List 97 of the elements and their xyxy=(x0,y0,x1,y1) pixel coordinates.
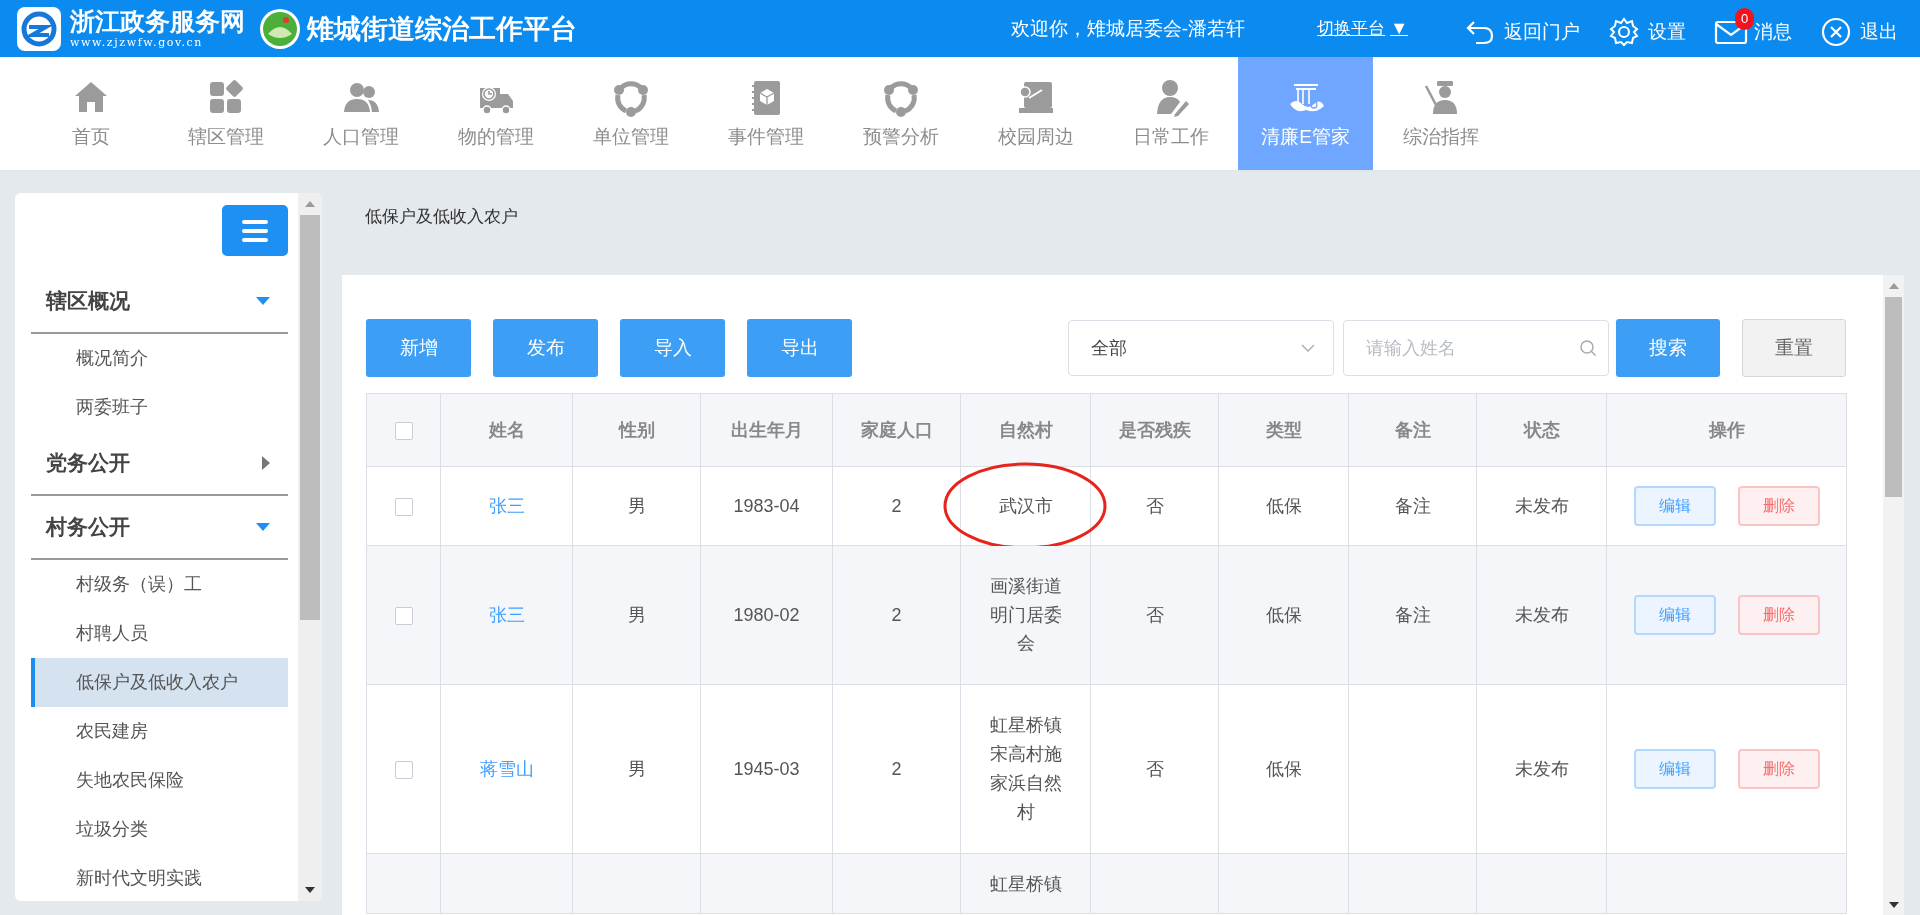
menu-icon xyxy=(240,218,270,243)
action-button[interactable]: 导出 xyxy=(747,319,852,377)
column-header: 是否残疾 xyxy=(1090,393,1219,467)
column-header: 自然村 xyxy=(960,393,1091,467)
search-field[interactable]: 请输入姓名 xyxy=(1343,320,1609,376)
nav-tab[interactable]: 预警分析 xyxy=(833,57,968,170)
sidebar-item[interactable]: 新时代文明实践 xyxy=(31,854,288,901)
action-button[interactable]: 新增 xyxy=(366,319,471,377)
nav-tab[interactable]: 首页 xyxy=(23,57,158,170)
nav-tab[interactable]: 综治指挥 xyxy=(1373,57,1508,170)
menu-button[interactable] xyxy=(222,205,288,256)
edit-button[interactable]: 编辑 xyxy=(1633,749,1716,789)
row-checkbox[interactable] xyxy=(394,606,413,625)
sidebar-item[interactable]: 垃圾分类 xyxy=(31,805,288,854)
row-checkbox[interactable] xyxy=(394,497,413,516)
nav-tab[interactable]: 事件管理 xyxy=(698,57,833,170)
header-mail-link[interactable]: 0 消息 xyxy=(1714,5,1792,52)
table-cell: 否 xyxy=(1145,759,1164,779)
sidebar-item[interactable]: 村级务（误）工 xyxy=(31,560,288,609)
edit-button[interactable]: 编辑 xyxy=(1633,486,1716,526)
table-cell: 1983-04 xyxy=(733,495,800,516)
reset-button[interactable]: 重置 xyxy=(1742,319,1846,377)
edit-button[interactable]: 编辑 xyxy=(1633,595,1716,635)
delete-button[interactable]: 删除 xyxy=(1737,749,1820,789)
caret-icon: ▼ xyxy=(1390,18,1408,39)
filter-dropdown[interactable]: 全部 xyxy=(1068,320,1334,376)
table-cell: 低保 xyxy=(1265,605,1302,625)
header-settings-link[interactable]: 设置 xyxy=(1608,5,1686,52)
table-cell: 否 xyxy=(1145,496,1164,516)
column-header: 家庭人口 xyxy=(832,393,961,467)
sidebar-group-header[interactable]: 党务公开 xyxy=(31,432,288,496)
table-cell-text: 虹星桥镇 xyxy=(988,873,1063,896)
emblem-icon xyxy=(259,7,301,50)
table-cell: 备注 xyxy=(1394,605,1431,625)
table-cell: 2 xyxy=(891,604,902,625)
nav-tab[interactable]: 日常工作 xyxy=(1103,57,1238,170)
nav-tab[interactable]: 辖区管理 xyxy=(158,57,293,170)
row-checkbox[interactable] xyxy=(394,760,413,779)
delete-button[interactable]: 删除 xyxy=(1737,595,1820,635)
column-header: 备注 xyxy=(1348,393,1477,467)
table-cell: 2 xyxy=(891,495,902,516)
nav-tab[interactable]: 单位管理 xyxy=(563,57,698,170)
sidebar-item[interactable]: 农民建房 xyxy=(31,707,288,756)
search-icon xyxy=(1579,339,1597,357)
scrollbar[interactable] xyxy=(1883,275,1904,915)
column-header: 类型 xyxy=(1218,393,1349,467)
name-link[interactable]: 张三 xyxy=(488,496,525,516)
nav-tab[interactable]: 清廉E管家 xyxy=(1238,57,1373,170)
nav-tab[interactable]: 物的管理 xyxy=(428,57,563,170)
page-title: 低保户及低收入农户 xyxy=(364,206,519,228)
welcome-text: 欢迎你，雉城居委会-潘若轩 xyxy=(1010,16,1246,41)
table-cell: 低保 xyxy=(1265,759,1302,779)
sidebar-item[interactable]: 两委班子 xyxy=(31,383,288,432)
table-cell: 1980-02 xyxy=(733,604,800,625)
portal-url: www.zjzwfw.gov.cn xyxy=(70,37,205,48)
search-button[interactable]: 搜索 xyxy=(1616,319,1720,377)
name-link[interactable]: 张三 xyxy=(488,605,525,625)
portal-logo-icon xyxy=(16,5,62,52)
table-cell: 1945-03 xyxy=(733,758,800,779)
table-cell: 备注 xyxy=(1394,496,1431,516)
portal-name: 浙江政务服务网 xyxy=(70,9,245,34)
sidebar-item[interactable]: 失地农民保险 xyxy=(31,756,288,805)
header-logout-link[interactable]: 退出 xyxy=(1820,5,1898,52)
delete-button[interactable]: 删除 xyxy=(1737,486,1820,526)
sidebar-item[interactable]: 低保户及低收入农户 xyxy=(31,658,288,707)
sidebar-group-header[interactable]: 辖区概况 xyxy=(31,270,288,334)
table-cell: 男 xyxy=(627,759,646,779)
table-cell: 男 xyxy=(627,496,646,516)
scrollbar[interactable] xyxy=(298,193,322,901)
table-cell: 未发布 xyxy=(1514,759,1569,779)
sidebar-group-header[interactable]: 村务公开 xyxy=(31,496,288,560)
action-button[interactable]: 发布 xyxy=(493,319,598,377)
nav-tab[interactable]: 校园周边 xyxy=(968,57,1103,170)
action-button[interactable]: 导入 xyxy=(620,319,725,377)
table-cell: 否 xyxy=(1145,605,1164,625)
table-cell: 未发布 xyxy=(1514,496,1569,516)
select-all-checkbox[interactable] xyxy=(394,421,413,440)
table-cell-text: 画溪街道明门居委会 xyxy=(988,574,1063,656)
table-cell-text: 武汉市 xyxy=(997,494,1054,518)
column-header: 出生年月 xyxy=(700,393,833,467)
column-header: 操作 xyxy=(1606,393,1847,467)
chevron-down-icon xyxy=(1301,344,1315,352)
table-cell: 低保 xyxy=(1265,496,1302,516)
column-header: 姓名 xyxy=(440,393,573,467)
table-cell: 男 xyxy=(627,605,646,625)
sidebar-item[interactable]: 村聘人员 xyxy=(31,609,288,658)
app-title: 雉城街道综治工作平台 xyxy=(307,12,577,46)
table-cell: 未发布 xyxy=(1514,605,1569,625)
table-cell: 2 xyxy=(891,758,902,779)
name-link[interactable]: 蒋雪山 xyxy=(479,759,534,779)
column-header: 性别 xyxy=(572,393,701,467)
count-badge: 0 xyxy=(1735,7,1754,30)
table-cell-text: 虹星桥镇宋高村施家浜自然村 xyxy=(988,714,1063,824)
header-back-link[interactable]: 返回门户 xyxy=(1464,5,1580,52)
sidebar-item[interactable]: 概况简介 xyxy=(31,334,288,383)
column-header: 状态 xyxy=(1476,393,1607,467)
nav-tab[interactable]: 人口管理 xyxy=(293,57,428,170)
